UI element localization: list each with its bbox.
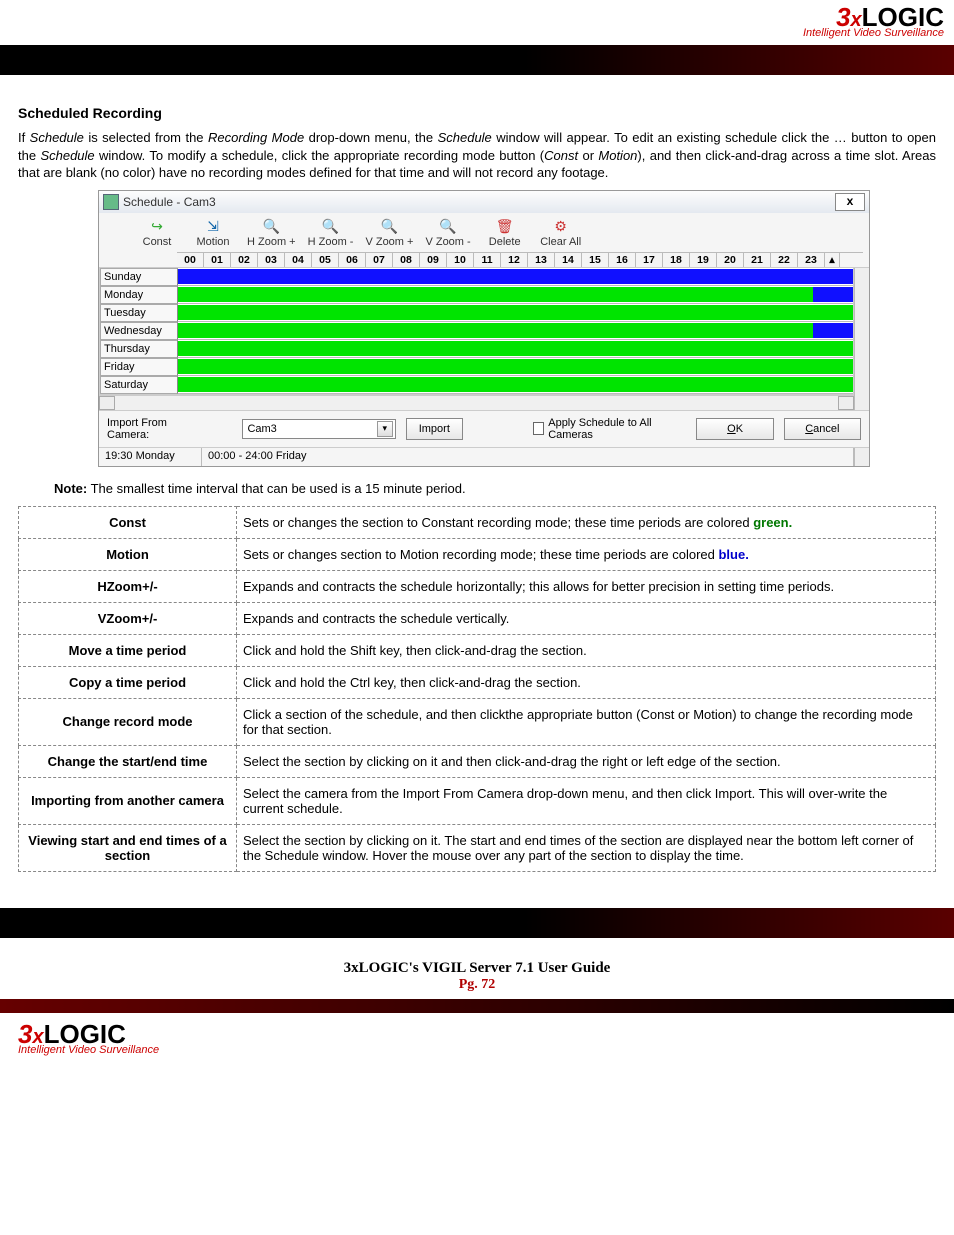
app-icon — [103, 194, 119, 210]
def-term: Viewing start and end times of a section — [19, 824, 237, 871]
footer-accent — [0, 999, 954, 1013]
header-bar — [0, 45, 954, 75]
intro-paragraph: If Schedule is selected from the Recordi… — [18, 129, 936, 182]
def-term: Change record mode — [19, 698, 237, 745]
status-time-day: 19:30 Monday — [99, 448, 202, 466]
def-term: HZoom+/- — [19, 570, 237, 602]
hour-header: 14 — [555, 253, 582, 267]
def-term: Importing from another camera — [19, 777, 237, 824]
import-button[interactable]: Import — [406, 418, 463, 440]
day-label: Sunday — [100, 268, 178, 286]
schedule-window: Schedule - Cam3 x ↪Const ⇲Motion 🔍H Zoom +… — [98, 190, 870, 467]
hour-header: 01 — [204, 253, 231, 267]
def-term: Change the start/end time — [19, 745, 237, 777]
day-row[interactable]: Wednesday — [100, 322, 853, 340]
v-scrollbar[interactable] — [854, 268, 869, 410]
day-label: Thursday — [100, 340, 178, 358]
ok-button[interactable]: OK — [696, 418, 773, 440]
def-term: Copy a time period — [19, 666, 237, 698]
hour-header: 07 — [366, 253, 393, 267]
hour-header: 15 — [582, 253, 609, 267]
tool-clear-all[interactable]: ⚙Clear All — [539, 219, 583, 248]
day-row[interactable]: Thursday — [100, 340, 853, 358]
tool-v-zoom-[interactable]: 🔍V Zoom + — [365, 219, 413, 248]
hour-header: 03 — [258, 253, 285, 267]
def-desc: Expands and contracts the schedule horiz… — [237, 570, 936, 602]
day-row[interactable]: Sunday — [100, 268, 853, 286]
tool-motion[interactable]: ⇲Motion — [191, 219, 235, 248]
day-label: Saturday — [100, 376, 178, 394]
def-desc: Sets or changes section to Motion record… — [237, 538, 936, 570]
hour-header: 09 — [420, 253, 447, 267]
hour-header: 08 — [393, 253, 420, 267]
def-desc: Select the section by clicking on it. Th… — [237, 824, 936, 871]
tool-delete[interactable]: 🗑Delete — [483, 219, 527, 248]
import-label: Import From Camera: — [107, 417, 197, 441]
day-row[interactable]: Monday — [100, 286, 853, 304]
section-heading: Scheduled Recording — [18, 105, 936, 121]
hour-header: 22 — [771, 253, 798, 267]
day-label: Tuesday — [100, 304, 178, 322]
window-title: Schedule - Cam3 — [103, 194, 216, 210]
tool-h-zoom-[interactable]: 🔍H Zoom + — [247, 219, 296, 248]
close-button[interactable]: x — [835, 193, 865, 211]
doc-footer: 3xLOGIC's VIGIL Server 7.1 User Guide Pg… — [0, 960, 954, 993]
note: Note: The smallest time interval that ca… — [54, 481, 936, 496]
def-desc: Select the section by clicking on it and… — [237, 745, 936, 777]
definitions-table: ConstSets or changes the section to Cons… — [18, 506, 936, 872]
day-label: Monday — [100, 286, 178, 304]
hour-header: 17 — [636, 253, 663, 267]
chevron-down-icon: ▾ — [377, 421, 393, 437]
tool-h-zoom-[interactable]: 🔍H Zoom - — [308, 219, 354, 248]
hour-header: 02 — [231, 253, 258, 267]
hour-header: 05 — [312, 253, 339, 267]
def-desc: Click and hold the Ctrl key, then click-… — [237, 666, 936, 698]
hour-header: 04 — [285, 253, 312, 267]
def-desc: Select the camera from the Import From C… — [237, 777, 936, 824]
hour-header: 12 — [501, 253, 528, 267]
brand-logo-top: 3xLOGIC Intelligent Video Surveillance — [803, 4, 944, 39]
def-term: Motion — [19, 538, 237, 570]
def-desc: Click and hold the Shift key, then click… — [237, 634, 936, 666]
hour-header: 16 — [609, 253, 636, 267]
tool-v-zoom-[interactable]: 🔍V Zoom - — [425, 219, 470, 248]
cancel-button[interactable]: Cancel — [784, 418, 861, 440]
import-camera-select[interactable]: Cam3▾ — [242, 419, 395, 439]
def-desc: Expands and contracts the schedule verti… — [237, 602, 936, 634]
hour-header: 21 — [744, 253, 771, 267]
hour-header: 10 — [447, 253, 474, 267]
hour-header: 23 — [798, 253, 825, 267]
apply-all-checkbox[interactable]: Apply Schedule to All Cameras — [533, 417, 677, 441]
hour-header: 19 — [690, 253, 717, 267]
def-desc: Click a section of the schedule, and the… — [237, 698, 936, 745]
footer-bar — [0, 908, 954, 938]
def-term: Move a time period — [19, 634, 237, 666]
def-desc: Sets or changes the section to Constant … — [237, 506, 936, 538]
def-term: Const — [19, 506, 237, 538]
day-row[interactable]: Tuesday — [100, 304, 853, 322]
hour-header: 06 — [339, 253, 366, 267]
status-range: 00:00 - 24:00 Friday — [202, 448, 854, 466]
hour-header: 18 — [663, 253, 690, 267]
hour-header: 00 — [177, 253, 204, 267]
day-row[interactable]: Friday — [100, 358, 853, 376]
def-term: VZoom+/- — [19, 602, 237, 634]
day-label: Friday — [100, 358, 178, 376]
brand-logo-bottom: 3xLOGIC Intelligent Video Surveillance — [18, 1021, 954, 1056]
hour-header: 20 — [717, 253, 744, 267]
tool-const[interactable]: ↪Const — [135, 219, 179, 248]
day-label: Wednesday — [100, 322, 178, 340]
day-row[interactable]: Saturday — [100, 376, 853, 394]
h-scrollbar[interactable] — [99, 395, 854, 410]
hour-header: 13 — [528, 253, 555, 267]
hour-header: 11 — [474, 253, 501, 267]
